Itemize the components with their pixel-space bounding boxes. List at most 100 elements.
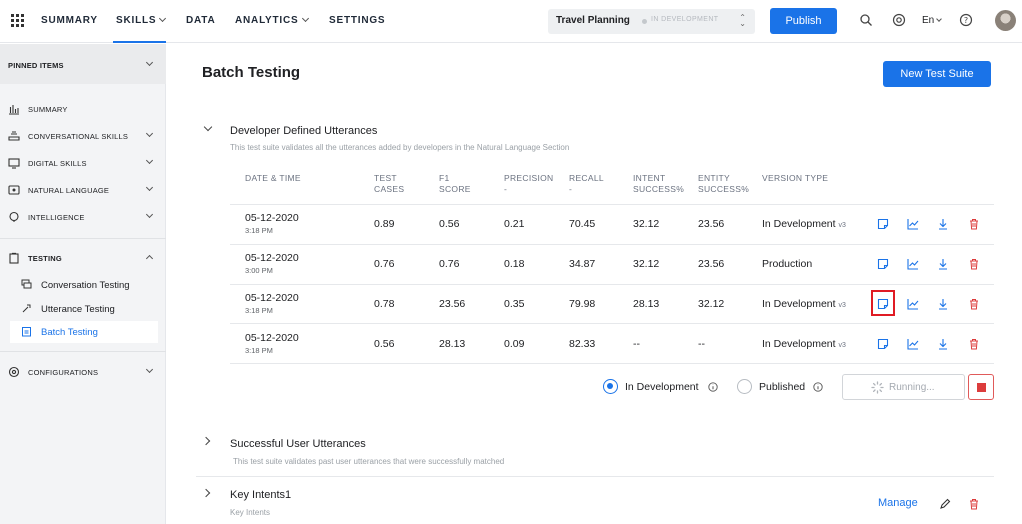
sidebar-item-summary[interactable]: SUMMARY [0, 99, 166, 119]
radio-label-published[interactable]: Published [759, 381, 805, 393]
download-icon[interactable] [937, 298, 949, 310]
sidebar-subitem-utterance-testing[interactable]: Utterance Testing [10, 298, 158, 320]
trend-chart-icon[interactable] [907, 338, 919, 350]
trend-chart-icon[interactable] [907, 218, 919, 230]
column-header-recall: RECALL - [569, 173, 604, 194]
suite-description: This test suite validates all the uttera… [230, 143, 570, 152]
running-label: Running... [889, 382, 935, 393]
top-bar: SUMMARY SKILLS DATA ANALYTICS SETTINGS T… [0, 0, 1022, 43]
search-icon[interactable] [859, 13, 873, 27]
sidebar-item-testing[interactable]: TESTING [0, 248, 166, 268]
expand-chevron-icon[interactable] [201, 488, 211, 498]
sidebar-item-digital-skills[interactable]: DIGITAL SKILLS [0, 153, 166, 173]
radio-in-development[interactable] [603, 379, 618, 394]
row-recall: 34.87 [569, 258, 596, 270]
language-selector[interactable]: En [922, 15, 943, 26]
clipboard-icon [22, 327, 31, 337]
nav-analytics[interactable]: ANALYTICS [235, 0, 309, 43]
row-test-cases: 0.56 [374, 338, 395, 350]
radio-label-in-development[interactable]: In Development [625, 381, 699, 393]
download-icon[interactable] [937, 338, 949, 350]
row-date: 05-12-2020 [245, 252, 299, 264]
suite-title[interactable]: Key Intents1 [230, 489, 291, 501]
nav-settings[interactable]: SETTINGS [329, 0, 385, 43]
running-button[interactable]: Running... [842, 374, 965, 400]
info-icon[interactable] [708, 382, 718, 392]
download-icon[interactable] [937, 258, 949, 270]
pinned-items-header[interactable]: PINNED ITEMS [0, 44, 166, 84]
row-time: 3:18 PM [245, 226, 273, 235]
publish-button[interactable]: Publish [770, 8, 837, 34]
radio-published[interactable] [737, 379, 752, 394]
row-recall: 70.45 [569, 218, 596, 230]
sidebar-subitem-batch-testing[interactable]: Batch Testing [10, 321, 158, 343]
chevron-down-icon [145, 365, 154, 374]
apps-grid-icon[interactable] [11, 14, 24, 27]
svg-text:?: ? [964, 16, 968, 25]
row-recall: 79.98 [569, 298, 596, 310]
row-entity: 23.56 [698, 258, 725, 270]
delete-icon[interactable] [968, 258, 980, 270]
expand-chevron-icon[interactable] [201, 436, 211, 446]
brain-icon [9, 211, 19, 222]
section-divider [196, 476, 994, 477]
nav-data[interactable]: DATA [186, 0, 216, 43]
avatar[interactable] [995, 10, 1016, 31]
clipboard-icon [9, 252, 19, 264]
collapse-chevron-icon[interactable] [203, 122, 213, 132]
table-divider [230, 284, 994, 285]
chevron-down-icon [145, 210, 154, 219]
row-intent: 28.13 [633, 298, 660, 310]
chevron-down-icon [145, 58, 154, 67]
sidebar-item-intelligence[interactable]: INTELLIGENCE [0, 207, 166, 227]
sidebar-item-conversational-skills[interactable]: CONVERSATIONAL SKILLS [0, 126, 166, 146]
row-recall: 82.33 [569, 338, 596, 350]
trend-chart-icon[interactable] [907, 298, 919, 310]
manage-link[interactable]: Manage [878, 497, 918, 509]
row-test-cases: 0.78 [374, 298, 395, 310]
bar-chart-icon [9, 105, 19, 115]
row-entity: 23.56 [698, 218, 725, 230]
sidebar-item-configurations[interactable]: CONFIGURATIONS [0, 362, 166, 382]
nav-summary[interactable]: SUMMARY [41, 0, 98, 43]
sidebar-item-natural-language[interactable]: NATURAL LANGUAGE [0, 180, 166, 200]
new-test-suite-button[interactable]: New Test Suite [883, 61, 991, 87]
column-header-intent: INTENT SUCCESS% [633, 173, 685, 194]
table-divider [230, 244, 994, 245]
download-icon[interactable] [937, 218, 949, 230]
note-icon[interactable] [877, 258, 889, 270]
stop-button[interactable] [968, 374, 994, 400]
settings-icon[interactable] [892, 13, 906, 27]
monitor-icon [8, 158, 20, 169]
row-precision: 0.18 [504, 258, 525, 270]
delete-icon[interactable] [968, 218, 980, 230]
note-icon[interactable] [877, 338, 889, 350]
trend-chart-icon[interactable] [907, 258, 919, 270]
spinner-icon [871, 381, 884, 394]
edit-pencil-icon[interactable] [939, 498, 951, 510]
nav-skills[interactable]: SKILLS [113, 0, 167, 43]
note-icon[interactable] [877, 218, 889, 230]
column-header-precision: PRECISION - [504, 173, 554, 194]
row-f1: 23.56 [439, 298, 466, 310]
row-version: Production [762, 258, 813, 270]
suite-title[interactable]: Developer Defined Utterances [230, 125, 377, 137]
delete-icon[interactable] [968, 338, 980, 350]
layers-icon [8, 131, 20, 141]
sidebar-subitem-conversation-testing[interactable]: Conversation Testing [10, 274, 158, 296]
highlight-box [871, 290, 895, 316]
stop-icon [977, 383, 986, 392]
row-entity: -- [698, 338, 705, 350]
delete-icon[interactable] [968, 298, 980, 310]
row-precision: 0.09 [504, 338, 525, 350]
row-f1: 0.56 [439, 218, 460, 230]
chat-icon [21, 279, 32, 289]
delete-icon[interactable] [968, 498, 980, 510]
help-icon[interactable]: ? [959, 13, 973, 27]
row-f1: 0.76 [439, 258, 460, 270]
info-icon[interactable] [813, 382, 823, 392]
project-selector[interactable]: Travel Planning IN DEVELOPMENT ⌃ ⌄ [548, 9, 755, 34]
chevron-down-icon [145, 129, 154, 138]
row-time: 3:00 PM [245, 266, 273, 275]
suite-title[interactable]: Successful User Utterances [230, 438, 366, 450]
